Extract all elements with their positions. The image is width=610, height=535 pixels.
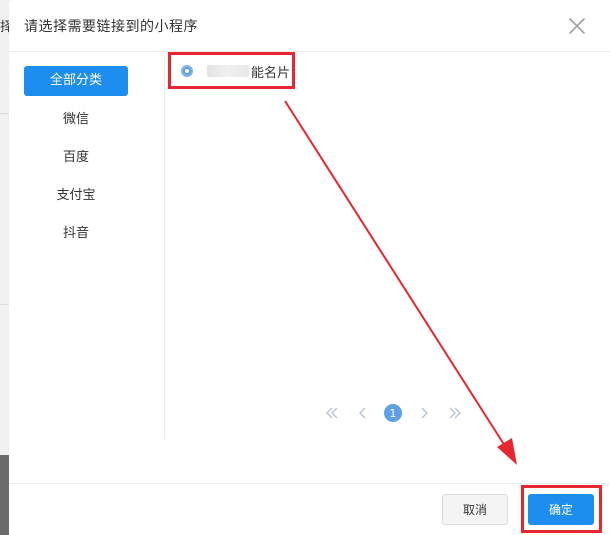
annotation-arrow: [284, 100, 517, 465]
